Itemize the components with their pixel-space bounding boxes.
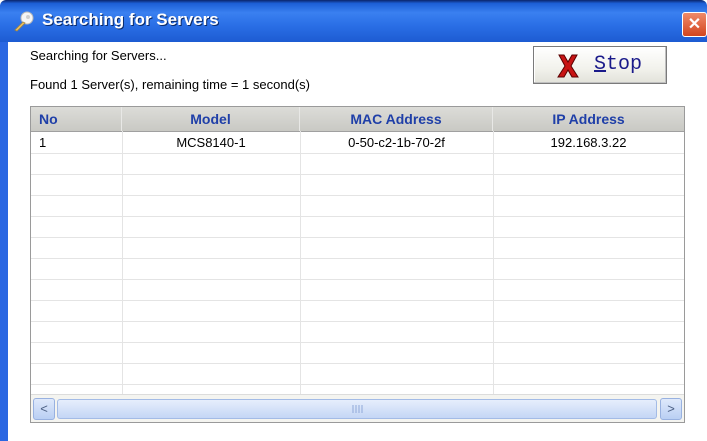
red-x-icon [557, 54, 579, 78]
scroll-left-button[interactable]: < [33, 398, 55, 420]
cell-mac-address: 0-50-c2-1b-70-2f [348, 135, 445, 150]
column-header-model[interactable]: Model [122, 107, 300, 131]
empty-row [31, 300, 684, 322]
empty-row [31, 174, 684, 196]
empty-row [31, 216, 684, 238]
empty-row [31, 279, 684, 301]
search-key-icon [14, 11, 34, 32]
table-row[interactable]: 1 MCS8140-1 0-50-c2-1b-70-2f 192.168.3.2… [31, 132, 684, 154]
column-divider [122, 131, 123, 394]
stop-button[interactable]: Stop [533, 46, 667, 84]
column-divider [300, 131, 301, 394]
window-frame-left [0, 42, 8, 441]
chevron-right-icon: > [667, 401, 675, 416]
search-servers-dialog: Searching for Servers ✕ Searching for Se… [0, 0, 707, 441]
column-header-mac-address[interactable]: MAC Address [300, 107, 493, 131]
stop-mnemonic-letter: S [594, 53, 607, 76]
empty-row [31, 258, 684, 280]
close-button[interactable]: ✕ [682, 12, 707, 37]
cell-no: 1 [39, 135, 47, 150]
empty-row [31, 363, 684, 385]
column-header-no[interactable]: No [31, 107, 122, 131]
empty-row [31, 342, 684, 364]
empty-row [31, 153, 684, 175]
scrollbar-grip-icon [352, 405, 363, 413]
empty-row [31, 237, 684, 259]
column-header-ip-address[interactable]: IP Address [493, 107, 684, 131]
cell-ip-address: 192.168.3.22 [550, 135, 627, 150]
column-divider [493, 131, 494, 394]
chevron-left-icon: < [40, 401, 48, 416]
stop-button-label: Stop [594, 53, 642, 76]
title-bar[interactable]: Searching for Servers ✕ [0, 0, 707, 42]
searching-status-text: Searching for Servers... [30, 48, 167, 63]
scroll-right-button[interactable]: > [660, 398, 682, 420]
cell-model: MCS8140-1 [176, 135, 246, 150]
scrollbar-thumb[interactable] [57, 399, 657, 419]
window-title: Searching for Servers [42, 10, 219, 29]
server-list-table[interactable]: No Model MAC Address IP Address 1 MCS814… [30, 106, 685, 423]
close-icon: ✕ [687, 16, 702, 33]
stop-label-rest: top [606, 53, 643, 76]
horizontal-scrollbar[interactable]: < > [31, 394, 684, 422]
empty-row [31, 195, 684, 217]
empty-row [31, 321, 684, 343]
table-header: No Model MAC Address IP Address [31, 107, 684, 132]
found-servers-status-text: Found 1 Server(s), remaining time = 1 se… [30, 77, 310, 92]
